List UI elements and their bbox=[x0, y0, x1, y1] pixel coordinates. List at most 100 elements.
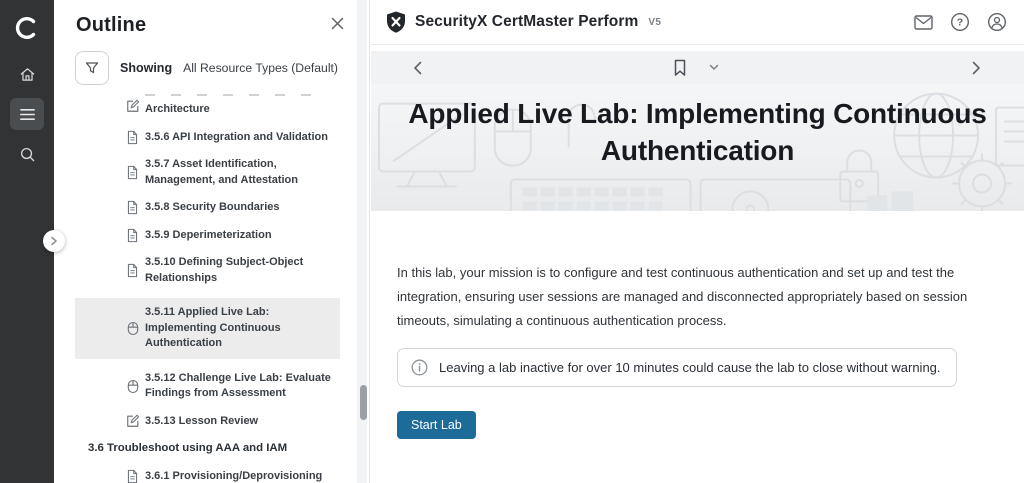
outline-item[interactable]: 3.5.7 Asset Identification,Management, a… bbox=[75, 157, 340, 188]
outline-item-label: 3.5.7 Asset Identification, bbox=[145, 157, 298, 173]
lesson-body: In this lab, your mission is to configur… bbox=[371, 211, 1024, 439]
bookmark-menu-button[interactable] bbox=[704, 58, 724, 78]
chevron-left-icon bbox=[413, 61, 422, 75]
bookmark-icon bbox=[673, 59, 687, 77]
lab-description: In this lab, your mission is to configur… bbox=[397, 261, 1000, 333]
outline-item-icon-wrap bbox=[125, 469, 140, 483]
close-icon bbox=[330, 16, 345, 31]
outline-panel-title: Outline bbox=[76, 14, 146, 37]
product-version: V5 bbox=[648, 17, 661, 28]
outline-item[interactable]: 3.5.12 Challenge Live Lab: EvaluateFindi… bbox=[75, 371, 340, 402]
document-icon bbox=[126, 263, 139, 278]
outline-item-icon-wrap bbox=[125, 321, 140, 336]
outline-item[interactable]: Architecture bbox=[75, 94, 340, 118]
outline-item-icon-wrap bbox=[125, 200, 140, 215]
app-header: SecurityX CertMaster Perform V5 ? bbox=[371, 0, 1024, 45]
outline-item[interactable]: 3.5.10 Defining Subject-ObjectRelationsh… bbox=[75, 255, 340, 286]
outline-item-selected[interactable]: 3.5.11 Applied Live Lab:Implementing Con… bbox=[75, 298, 340, 359]
edit-icon bbox=[126, 99, 140, 113]
product-brand: SecurityX CertMaster Perform V5 bbox=[385, 10, 661, 34]
envelope-icon bbox=[914, 15, 933, 30]
product-title: SecurityX CertMaster Perform bbox=[415, 13, 638, 31]
outline-item-icon-wrap bbox=[125, 414, 140, 428]
outline-item-label: Management, and Attestation bbox=[145, 173, 298, 189]
comptia-c-logo-icon bbox=[12, 13, 42, 43]
document-icon bbox=[126, 165, 139, 180]
svg-text:?: ? bbox=[957, 17, 963, 29]
outline-item-label: Architecture bbox=[145, 102, 317, 118]
outline-section[interactable]: 3.6 Troubleshoot using AAA and IAM bbox=[75, 441, 355, 457]
outline-item-icon-wrap bbox=[125, 130, 140, 145]
outline-item[interactable]: 3.5.8 Security Boundaries bbox=[75, 200, 340, 216]
inactivity-warning: Leaving a lab inactive for over 10 minut… bbox=[397, 348, 957, 387]
lesson-title: Applied Live Lab: Implementing Continuou… bbox=[371, 84, 1024, 169]
messages-button[interactable] bbox=[912, 11, 934, 33]
home-icon bbox=[19, 66, 36, 83]
account-button[interactable] bbox=[986, 11, 1008, 33]
outline-item[interactable]: 3.5.9 Deperimeterization bbox=[75, 228, 340, 244]
outline-item-icon-wrap bbox=[125, 263, 140, 278]
filter-funnel-icon bbox=[84, 60, 100, 76]
chevron-right-icon bbox=[972, 61, 981, 75]
help-button[interactable]: ? bbox=[949, 11, 971, 33]
filter-current-value: All Resource Types (Default) bbox=[183, 61, 338, 75]
main-area: SecurityX CertMaster Perform V5 ? bbox=[371, 0, 1024, 483]
outline-item-label: 3.5.10 Defining Subject-Object bbox=[145, 255, 303, 271]
lab-mouse-icon bbox=[127, 379, 139, 394]
lesson-nav-bar bbox=[371, 51, 1024, 84]
account-person-icon bbox=[987, 12, 1007, 32]
outline-item-label: Implementing Continuous bbox=[145, 321, 281, 337]
outline-item-label: Relationships bbox=[145, 271, 303, 287]
outline-item-label: 3.5.8 Security Boundaries bbox=[145, 200, 280, 216]
next-page-button[interactable] bbox=[966, 58, 986, 78]
chevron-right-icon bbox=[50, 236, 58, 246]
outline-item-label: 3.5.9 Deperimeterization bbox=[145, 228, 272, 244]
filter-showing-label: Showing bbox=[120, 61, 172, 75]
outline-item-label: 3.5.13 Lesson Review bbox=[145, 414, 258, 430]
search-icon bbox=[19, 146, 36, 163]
start-lab-button[interactable]: Start Lab bbox=[397, 411, 476, 439]
outline-item-icon-wrap bbox=[125, 379, 140, 394]
app-window: Outline Showing All Resource Types (Defa… bbox=[0, 0, 1024, 483]
outline-menu-button[interactable] bbox=[10, 98, 44, 130]
inactivity-warning-text: Leaving a lab inactive for over 10 minut… bbox=[439, 360, 941, 375]
outline-item-label: Authentication bbox=[145, 336, 281, 352]
info-icon bbox=[411, 359, 428, 376]
comptia-logo bbox=[0, 10, 54, 46]
chevron-down-icon bbox=[709, 64, 719, 71]
collapse-outline-toggle[interactable] bbox=[43, 230, 65, 252]
document-icon bbox=[126, 200, 139, 215]
outline-panel: Outline Showing All Resource Types (Defa… bbox=[54, 0, 370, 483]
lesson-title-line1: Applied Live Lab: Implementing Continuou… bbox=[371, 95, 1024, 132]
outline-item-label: 3.5.11 Applied Live Lab: bbox=[145, 305, 281, 321]
document-icon bbox=[126, 469, 139, 483]
outline-tree: Architecture 3.5.6 API Integration and Va… bbox=[54, 94, 355, 483]
outline-item-label: 3.5.12 Challenge Live Lab: Evaluate bbox=[145, 371, 331, 387]
outline-item-label: Findings from Assessment bbox=[145, 386, 331, 402]
rail-nav bbox=[0, 58, 54, 170]
clipped-text-remnant bbox=[145, 94, 317, 99]
menu-icon bbox=[19, 107, 36, 122]
outline-item[interactable]: 3.6.1 Provisioning/Deprovisioning bbox=[75, 469, 340, 483]
outline-item[interactable]: 3.5.6 API Integration and Validation bbox=[75, 130, 340, 146]
outline-item-icon-wrap bbox=[125, 99, 140, 113]
outline-section-label: 3.6 Troubleshoot using AAA and IAM bbox=[88, 441, 355, 457]
outline-item-icon-wrap bbox=[125, 165, 140, 180]
close-outline-button[interactable] bbox=[328, 14, 347, 37]
previous-page-button[interactable] bbox=[407, 58, 427, 78]
edit-icon bbox=[126, 414, 140, 428]
outline-scrollbar-thumb[interactable] bbox=[360, 385, 367, 420]
bookmark-button[interactable] bbox=[670, 58, 690, 78]
outline-item-label: 3.5.6 API Integration and Validation bbox=[145, 130, 328, 146]
filter-button[interactable] bbox=[75, 51, 109, 85]
search-button[interactable] bbox=[10, 138, 44, 170]
securityx-shield-icon bbox=[385, 10, 407, 34]
outline-item[interactable]: 3.5.13 Lesson Review bbox=[75, 414, 340, 430]
home-button[interactable] bbox=[10, 58, 44, 90]
document-icon bbox=[126, 130, 139, 145]
lab-mouse-icon bbox=[127, 321, 139, 336]
outline-item-label: 3.6.1 Provisioning/Deprovisioning bbox=[145, 469, 322, 483]
lesson-title-line2: Authentication bbox=[371, 132, 1024, 169]
help-icon: ? bbox=[950, 12, 970, 32]
outline-item-icon-wrap bbox=[125, 228, 140, 243]
